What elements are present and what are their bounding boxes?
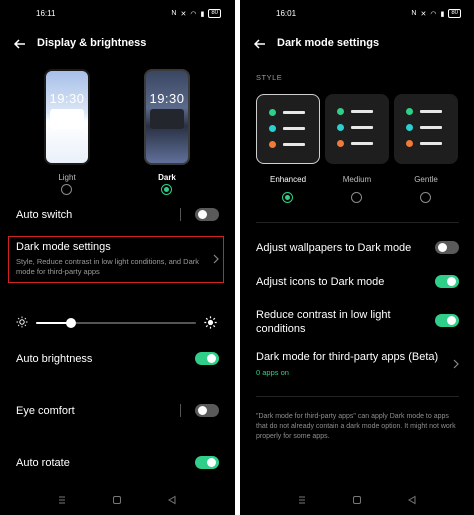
eye-comfort-toggle[interactable] (195, 404, 219, 417)
adjust-wallpapers-label: Adjust wallpapers to Dark mode (256, 242, 412, 254)
brightness-slider-thumb[interactable] (66, 318, 77, 328)
wifi-icon: ◠ (430, 10, 437, 18)
style-card-medium[interactable] (325, 94, 389, 164)
home-icon[interactable] (350, 493, 364, 507)
auto-brightness-toggle[interactable] (195, 352, 219, 365)
divider (180, 208, 181, 221)
back-arrow-icon[interactable] (12, 36, 28, 52)
navigation-bar (240, 493, 474, 507)
status-time: 16:01 (276, 9, 297, 18)
style-label-medium: Medium (342, 175, 372, 184)
header: Display & brightness (0, 34, 235, 54)
dark-mode-label: Dark (158, 173, 176, 182)
adjust-wallpapers-toggle[interactable] (435, 241, 459, 254)
page-title: Display & brightness (37, 37, 147, 49)
home-icon[interactable] (110, 493, 124, 507)
adjust-icons-toggle[interactable] (435, 275, 459, 288)
brightness-low-icon (16, 316, 28, 328)
style-label-gentle: Gentle (414, 175, 438, 184)
divider (256, 222, 459, 223)
preview-card (150, 109, 184, 129)
signal-icon: ▮ (440, 10, 445, 18)
light-mode-preview[interactable]: 19:30 (44, 69, 90, 165)
back-arrow-icon[interactable] (252, 36, 268, 52)
nfc-icon: N (411, 10, 417, 17)
light-mode-radio[interactable] (61, 184, 72, 195)
dark-mode-settings-sub: Style, Reduce contrast in low light cond… (16, 257, 200, 276)
page-title: Dark mode settings (277, 37, 380, 49)
style-card-gentle[interactable] (394, 94, 458, 164)
wifi-icon: ◠ (190, 10, 197, 18)
reduce-contrast-toggle[interactable] (435, 314, 459, 327)
battery-icon: 80 (208, 9, 221, 18)
dark-mode-settings-screen: 16:01 N ✕ ◠ ▮ 80 Dark mode settings STYL… (240, 0, 474, 515)
dark-mode-settings-label: Dark mode settings (16, 241, 111, 253)
back-triangle-icon[interactable] (405, 493, 419, 507)
chevron-right-icon (213, 254, 219, 264)
mute-icon: ✕ (420, 10, 427, 18)
style-radio-gentle[interactable] (420, 192, 431, 203)
style-section-title: STYLE (256, 73, 283, 82)
style-radio-medium[interactable] (351, 192, 362, 203)
style-radio-enhanced[interactable] (282, 192, 293, 203)
preview-clock: 19:30 (149, 91, 185, 106)
status-icons: N ✕ ◠ ▮ 80 (411, 9, 461, 18)
chevron-right-icon[interactable] (452, 359, 460, 369)
menu-icon[interactable] (55, 493, 69, 507)
third-party-note: "Dark mode for third-party apps" can app… (256, 413, 456, 440)
adjust-icons-label: Adjust icons to Dark mode (256, 276, 385, 288)
reduce-contrast-label: Reduce contrast in low light conditions (256, 309, 391, 335)
header: Dark mode settings (240, 34, 474, 54)
third-party-apps-count: 0 apps on (256, 368, 289, 377)
navigation-bar (0, 493, 235, 507)
status-time: 16:11 (36, 9, 56, 18)
signal-icon: ▮ (200, 10, 205, 18)
dark-mode-radio[interactable] (161, 184, 172, 195)
brightness-high-icon (204, 316, 217, 329)
auto-brightness-label: Auto brightness (16, 353, 93, 365)
style-card-enhanced[interactable] (256, 94, 320, 164)
preview-clock: 19:30 (49, 91, 85, 106)
status-icons: N ✕ ◠ ▮ 80 (171, 9, 221, 18)
back-triangle-icon[interactable] (165, 493, 179, 507)
auto-switch-label: Auto switch (16, 209, 73, 221)
nfc-icon: N (171, 10, 177, 17)
status-bar: 16:01 N ✕ ◠ ▮ 80 (240, 9, 474, 19)
light-mode-label: Light (58, 173, 76, 182)
auto-rotate-label: Auto rotate (16, 457, 70, 469)
display-brightness-screen: 16:11 N ✕ ◠ ▮ 80 Display & brightness 19… (0, 0, 235, 515)
status-bar: 16:11 N ✕ ◠ ▮ 80 (0, 9, 235, 19)
divider (180, 404, 181, 417)
auto-switch-toggle[interactable] (195, 208, 219, 221)
eye-comfort-label: Eye comfort (16, 405, 75, 417)
divider (256, 396, 459, 397)
dark-mode-preview[interactable]: 19:30 (144, 69, 190, 165)
auto-rotate-toggle[interactable] (195, 456, 219, 469)
battery-icon: 80 (448, 9, 461, 18)
third-party-apps-label[interactable]: Dark mode for third-party apps (Beta) (256, 351, 438, 363)
mute-icon: ✕ (180, 10, 187, 18)
menu-icon[interactable] (295, 493, 309, 507)
preview-card (50, 109, 84, 129)
style-label-enhanced: Enhanced (269, 175, 307, 184)
